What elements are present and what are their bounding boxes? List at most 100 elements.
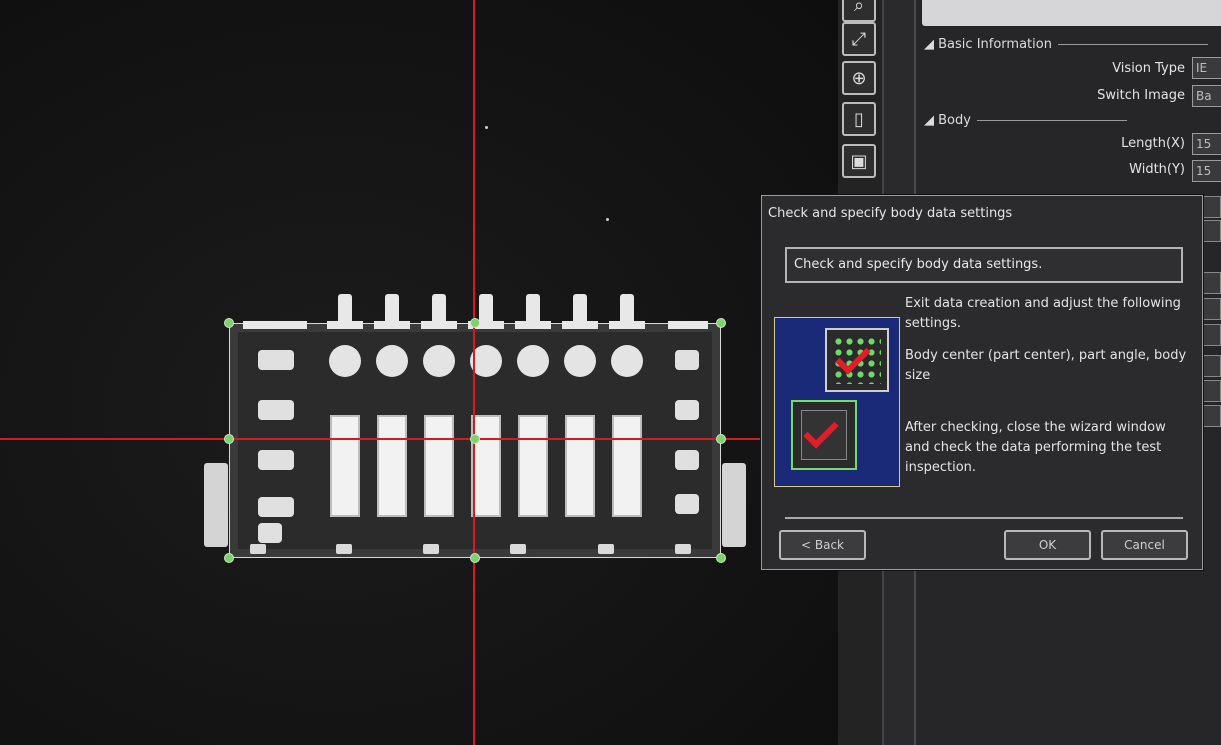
label-switch-image: Switch Image: [1097, 88, 1185, 103]
diagonal-arrow-icon: ⤢: [851, 28, 867, 50]
wizard-dialog: Check and specify body data settings Che…: [761, 195, 1203, 570]
round-pad: [329, 345, 361, 377]
label-width-y: Width(Y): [1129, 162, 1185, 177]
section-title: Body: [938, 113, 971, 128]
property-field-edge[interactable]: [1203, 324, 1221, 346]
section-title: Basic Information: [938, 37, 1052, 52]
side-pad: [675, 400, 699, 420]
camera-viewport[interactable]: [0, 0, 838, 745]
label-vision-type: Vision Type: [1112, 61, 1185, 76]
round-pad: [611, 345, 643, 377]
side-pad: [675, 494, 699, 514]
bar-pad: [612, 415, 642, 517]
measure-tool-button[interactable]: ⤢: [842, 22, 876, 56]
round-pad: [376, 345, 408, 377]
bottom-pad: [510, 544, 526, 554]
lead-foot: [609, 321, 645, 329]
zoom-icon: ⊕: [851, 67, 867, 89]
property-field-edge[interactable]: [1203, 298, 1221, 320]
vision-type-field[interactable]: IE: [1192, 57, 1221, 79]
property-field-edge[interactable]: [1203, 272, 1221, 294]
bottom-pad: [336, 544, 352, 554]
bottom-pad: [423, 544, 439, 554]
top-lead: [338, 294, 352, 324]
lead-foot: [243, 321, 307, 329]
component-ear-right: [722, 463, 746, 547]
fit-tool-button[interactable]: ▯: [842, 102, 876, 136]
selection-handle: [470, 553, 480, 563]
selection-handle: [716, 318, 726, 328]
bar-pad: [471, 415, 501, 517]
dialog-title: Check and specify body data settings: [768, 206, 1013, 221]
top-lead: [432, 294, 446, 324]
side-pad: [675, 450, 699, 470]
side-pad: [675, 350, 699, 370]
wizard-illustration: [774, 317, 900, 487]
bar-pad: [330, 415, 360, 517]
bar-pad: [565, 415, 595, 517]
dialog-text-1: Exit data creation and adjust the follow…: [905, 296, 1181, 331]
crosshair-vertical: [473, 0, 475, 745]
fit-height-icon: ▯: [854, 108, 864, 130]
search-icon: ⌕: [853, 0, 865, 16]
bottom-pad: [250, 544, 266, 554]
width-y-field[interactable]: 15: [1192, 160, 1221, 182]
label-length-x: Length(X): [1121, 136, 1185, 151]
side-pad: [258, 350, 294, 370]
bottom-pad: [598, 544, 614, 554]
bar-pad: [424, 415, 454, 517]
top-lead: [385, 294, 399, 324]
crosshair-horizontal: [0, 438, 760, 440]
side-pad: [258, 523, 282, 543]
bar-pad: [377, 415, 407, 517]
selection-handle: [224, 553, 234, 563]
dialog-text-2: Body center (part center), part angle, b…: [905, 348, 1187, 383]
property-field-edge[interactable]: [1203, 355, 1221, 377]
selection-handle: [716, 553, 726, 563]
lead-foot: [668, 321, 708, 329]
side-pad: [258, 497, 294, 517]
lead-foot: [515, 321, 551, 329]
selection-handle: [470, 434, 480, 444]
side-pad: [258, 450, 294, 470]
property-field-edge[interactable]: [1203, 405, 1221, 427]
lead-foot: [562, 321, 598, 329]
property-field-edge[interactable]: [1203, 196, 1221, 218]
lead-foot: [421, 321, 457, 329]
length-x-field[interactable]: 15: [1192, 133, 1221, 155]
selection-handle: [224, 318, 234, 328]
selection-handle: [716, 434, 726, 444]
dust-speck: [485, 126, 488, 129]
cancel-button[interactable]: Cancel: [1101, 530, 1188, 560]
camera-settings-icon: ▣: [850, 150, 868, 172]
switch-image-field[interactable]: Ba: [1192, 85, 1221, 107]
dialog-text-3: After checking, close the wizard window …: [905, 420, 1166, 475]
property-field-edge[interactable]: [1203, 220, 1221, 242]
zoom-tool-button[interactable]: ⊕: [842, 61, 876, 95]
ok-button[interactable]: OK: [1004, 530, 1091, 560]
section-body[interactable]: ◢ Body: [924, 113, 1127, 128]
top-lead: [620, 294, 634, 324]
property-field-edge[interactable]: [1203, 380, 1221, 402]
breadcrumb: [922, 0, 1221, 26]
top-lead: [479, 294, 493, 324]
camera-tool-button[interactable]: ▣: [842, 144, 876, 178]
side-pad: [258, 400, 294, 420]
lead-foot: [327, 321, 363, 329]
top-lead: [573, 294, 587, 324]
dialog-heading: Check and specify body data settings.: [785, 247, 1183, 283]
lead-foot: [374, 321, 410, 329]
back-button[interactable]: < Back: [779, 530, 866, 560]
round-pad: [517, 345, 549, 377]
selection-handle: [470, 318, 480, 328]
round-pad: [423, 345, 455, 377]
search-tool-button[interactable]: ⌕: [842, 0, 876, 22]
section-basic-information[interactable]: ◢ Basic Information: [924, 37, 1208, 52]
selection-handle: [224, 434, 234, 444]
round-pad: [564, 345, 596, 377]
bar-pad: [518, 415, 548, 517]
top-lead: [526, 294, 540, 324]
bottom-pad: [675, 544, 691, 554]
dialog-separator: [785, 517, 1183, 519]
dust-speck: [606, 218, 609, 221]
